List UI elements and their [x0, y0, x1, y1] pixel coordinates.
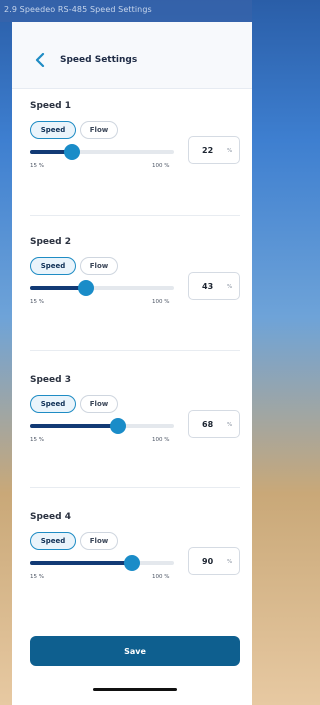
- slider-max-label: 100 %: [152, 163, 170, 169]
- speed-section-2: Speed 2 Speed Flow 15 % 100 % 43 %: [12, 237, 252, 367]
- speed-value: 90: [202, 557, 214, 566]
- mode-speed-button[interactable]: Speed: [30, 121, 76, 139]
- speed-value-input[interactable]: 43 %: [188, 272, 240, 300]
- speed-value: 68: [202, 420, 214, 429]
- save-button[interactable]: Save: [30, 636, 240, 666]
- speed-section-4: Speed 4 Speed Flow 15 % 100 % 90 %: [12, 512, 252, 642]
- speed-section-1: Speed 1 Speed Flow 15 % 100 % 22 %: [12, 101, 252, 231]
- window-title-bar: 2.9 Speedeo RS-485 Speed Settings: [0, 0, 252, 22]
- speed-unit: %: [227, 148, 233, 154]
- slider-min-label: 15 %: [30, 299, 44, 305]
- slider-max-label: 100 %: [152, 574, 170, 580]
- mode-speed-button[interactable]: Speed: [30, 257, 76, 275]
- mode-flow-button[interactable]: Flow: [80, 395, 118, 413]
- slider-max-label: 100 %: [152, 299, 170, 305]
- slider-thumb[interactable]: [109, 418, 126, 434]
- speed-unit: %: [227, 284, 233, 290]
- section-divider: [30, 215, 240, 216]
- mode-speed-button[interactable]: Speed: [30, 395, 76, 413]
- chevron-left-icon: [35, 53, 45, 67]
- slider-fill: [30, 424, 118, 428]
- slider-fill: [30, 561, 133, 565]
- page-title: Speed Settings: [60, 55, 138, 65]
- speed-value: 22: [202, 146, 214, 155]
- slider-min-label: 15 %: [30, 574, 44, 580]
- section-title: Speed 3: [30, 375, 71, 385]
- slider-thumb[interactable]: [124, 555, 141, 571]
- mode-speed-button[interactable]: Speed: [30, 532, 76, 550]
- mode-flow-button[interactable]: Flow: [80, 121, 118, 139]
- section-title: Speed 2: [30, 237, 71, 247]
- speed-slider[interactable]: [30, 280, 174, 296]
- panel-header: Speed Settings: [12, 22, 252, 89]
- window-title: 2.9 Speedeo RS-485 Speed Settings: [4, 5, 152, 14]
- slider-thumb[interactable]: [78, 280, 95, 296]
- speed-unit: %: [227, 559, 233, 565]
- section-divider: [30, 487, 240, 488]
- speed-unit: %: [227, 422, 233, 428]
- speed-settings-panel: Speed Settings Speed 1 Speed Flow 15 % 1…: [12, 22, 252, 705]
- slider-thumb[interactable]: [63, 144, 80, 160]
- mode-flow-button[interactable]: Flow: [80, 532, 118, 550]
- section-divider: [30, 350, 240, 351]
- speed-value-input[interactable]: 22 %: [188, 136, 240, 164]
- speed-section-3: Speed 3 Speed Flow 15 % 100 % 68 %: [12, 375, 252, 505]
- back-button[interactable]: [32, 50, 48, 70]
- speed-slider[interactable]: [30, 144, 174, 160]
- speed-value-input[interactable]: 90 %: [188, 547, 240, 575]
- slider-min-label: 15 %: [30, 163, 44, 169]
- slider-min-label: 15 %: [30, 437, 44, 443]
- home-indicator: [93, 688, 177, 691]
- section-title: Speed 1: [30, 101, 71, 111]
- speed-value-input[interactable]: 68 %: [188, 410, 240, 438]
- slider-max-label: 100 %: [152, 437, 170, 443]
- speed-slider[interactable]: [30, 555, 174, 571]
- speed-slider[interactable]: [30, 418, 174, 434]
- speed-value: 43: [202, 282, 214, 291]
- mode-flow-button[interactable]: Flow: [80, 257, 118, 275]
- section-title: Speed 4: [30, 512, 71, 522]
